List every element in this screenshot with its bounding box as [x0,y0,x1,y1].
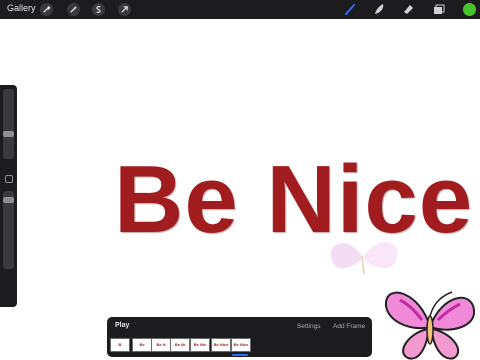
add-frame-button[interactable]: Add Frame [333,323,365,330]
brush-opacity-thumb[interactable] [3,197,14,203]
frame-timeline[interactable]: B Be Be N Be Ni Be Nic Be Nice Be Nice [110,338,369,352]
frame-thumbnail[interactable]: B [110,338,130,352]
wrench-icon[interactable] [40,3,53,16]
canvas-text: Be Nice [114,146,474,253]
left-sidebar [0,85,17,307]
smudge-icon[interactable] [372,2,387,17]
frame-thumbnail[interactable]: Be N [151,338,171,352]
magic-wand-icon[interactable] [67,3,80,16]
frame-thumbnail[interactable]: Be Ni [170,338,190,352]
gallery-button[interactable]: Gallery [7,3,36,13]
color-picker[interactable] [463,3,476,16]
selection-icon[interactable] [92,3,105,16]
frame-thumbnail[interactable]: Be [132,338,152,352]
play-button[interactable]: Play [115,322,129,329]
frame-thumbnail[interactable]: Be Nice [211,338,231,352]
brush-size-slider[interactable] [3,89,14,159]
animation-assist-bar: Play Settings Add Frame B Be Be N Be Ni … [107,317,372,357]
current-frame-indicator [232,354,248,356]
eraser-icon[interactable] [401,2,416,17]
layers-icon[interactable] [431,2,446,17]
brush-opacity-slider[interactable] [3,191,14,269]
transform-arrow-icon[interactable] [118,3,131,16]
butterfly-image [384,291,476,360]
brush-icon[interactable] [343,2,358,17]
onion-skin-butterfly-image [330,242,398,275]
brush-size-thumb[interactable] [3,131,14,137]
settings-button[interactable]: Settings [297,323,321,330]
top-toolbar: Gallery [0,0,480,19]
frame-thumbnail[interactable]: Be Nic [190,338,210,352]
modify-button[interactable] [5,175,13,183]
frame-thumbnail[interactable]: Be Nice [231,338,251,352]
